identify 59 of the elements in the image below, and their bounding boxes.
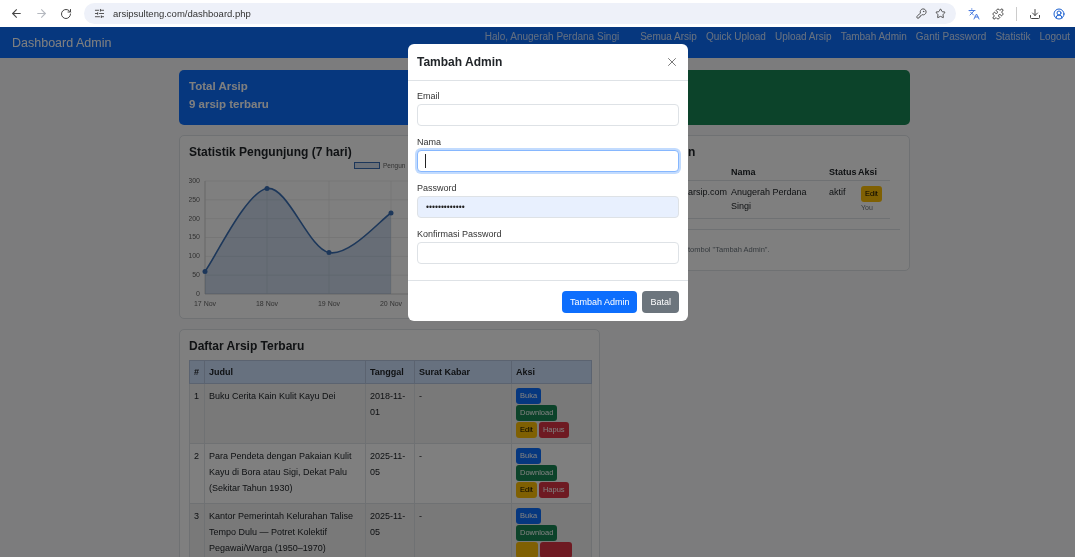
column-header: Tanggal: [365, 360, 415, 384]
data-point: [388, 210, 394, 216]
nav-link[interactable]: Tambah Admin: [840, 31, 907, 42]
table-cell: Para Pendeta dengan Pakaian Kulit Kayu di Bora atau Sigi, Dekat Palu (Sekitar Tahun 1930): [204, 443, 366, 504]
address-bar[interactable]: arsipsulteng.com/dashboard.php: [84, 3, 956, 24]
column-header: Aksi: [511, 360, 592, 384]
table-cell: Buku Cerita Kain Kulit Kayu Dei: [204, 383, 366, 444]
field-label: Nama: [417, 136, 442, 148]
column-header: Aksi: [858, 164, 890, 181]
submit-button[interactable]: Tambah Admin: [561, 291, 638, 313]
table-cell: 2018-11-01: [365, 383, 415, 444]
card-title: Daftar Arsip Terbaru: [189, 338, 305, 354]
input-field[interactable]: •••••••••••••: [417, 196, 679, 218]
field-label: Email: [417, 90, 441, 102]
nav-link[interactable]: Upload Arsip: [774, 31, 832, 42]
data-point: [202, 268, 208, 274]
nav-link[interactable]: Ganti Password: [915, 31, 987, 42]
table-cell: 2025-11-05: [365, 443, 415, 504]
brand-title[interactable]: Dashboard Admin: [12, 35, 112, 50]
table-cell: -: [414, 383, 512, 444]
profile-icon[interactable]: [1053, 7, 1065, 20]
table-cell: aktif: [829, 181, 858, 219]
nav-link[interactable]: Logout: [1039, 31, 1070, 42]
greeting-text: Halo, Anugerah Perdana Singi: [484, 31, 620, 42]
summary-subtitle: 9 arsip terbaru: [189, 97, 269, 112]
modal-title: Tambah Admin: [417, 55, 503, 69]
data-point: [264, 186, 270, 192]
column-header: Status: [829, 164, 858, 181]
card-title: Statistik Pengunjung (7 hari): [189, 144, 352, 160]
field-label: Konfirmasi Password: [417, 228, 503, 240]
table-cell: -: [414, 443, 512, 504]
table-cell: 3: [189, 503, 205, 557]
nav-link[interactable]: Statistik: [995, 31, 1031, 42]
data-point: [326, 250, 332, 256]
url-text: arsipsulteng.com/dashboard.php: [113, 8, 251, 19]
back-icon[interactable]: [10, 7, 23, 20]
cancel-button[interactable]: Batal: [642, 291, 679, 313]
input-field[interactable]: [417, 150, 679, 172]
reload-icon[interactable]: [60, 7, 72, 20]
site-settings-icon[interactable]: [94, 8, 105, 19]
text-cursor: [425, 154, 426, 168]
field-label: Password: [417, 182, 458, 194]
nav-link[interactable]: Quick Upload: [705, 31, 766, 42]
translate-icon[interactable]: [968, 7, 980, 20]
table-cell: 1: [189, 383, 205, 444]
summary-title: Total Arsip: [189, 79, 248, 94]
table-cell: Anugerah Perdana Singi: [731, 181, 829, 219]
column-header: Surat Kabar: [414, 360, 512, 384]
table-cell: 2: [189, 443, 205, 504]
key-icon[interactable]: [916, 8, 927, 19]
column-header: #: [189, 360, 205, 384]
column-header: Judul: [204, 360, 366, 384]
close-icon[interactable]: [665, 55, 679, 69]
card-title: n: [688, 144, 696, 160]
download-icon[interactable]: [1029, 7, 1041, 20]
star-icon[interactable]: [935, 8, 946, 19]
column-header: Nama: [731, 164, 829, 181]
puzzle-icon[interactable]: [992, 7, 1004, 20]
nav-link[interactable]: Semua Arsip: [640, 31, 697, 42]
